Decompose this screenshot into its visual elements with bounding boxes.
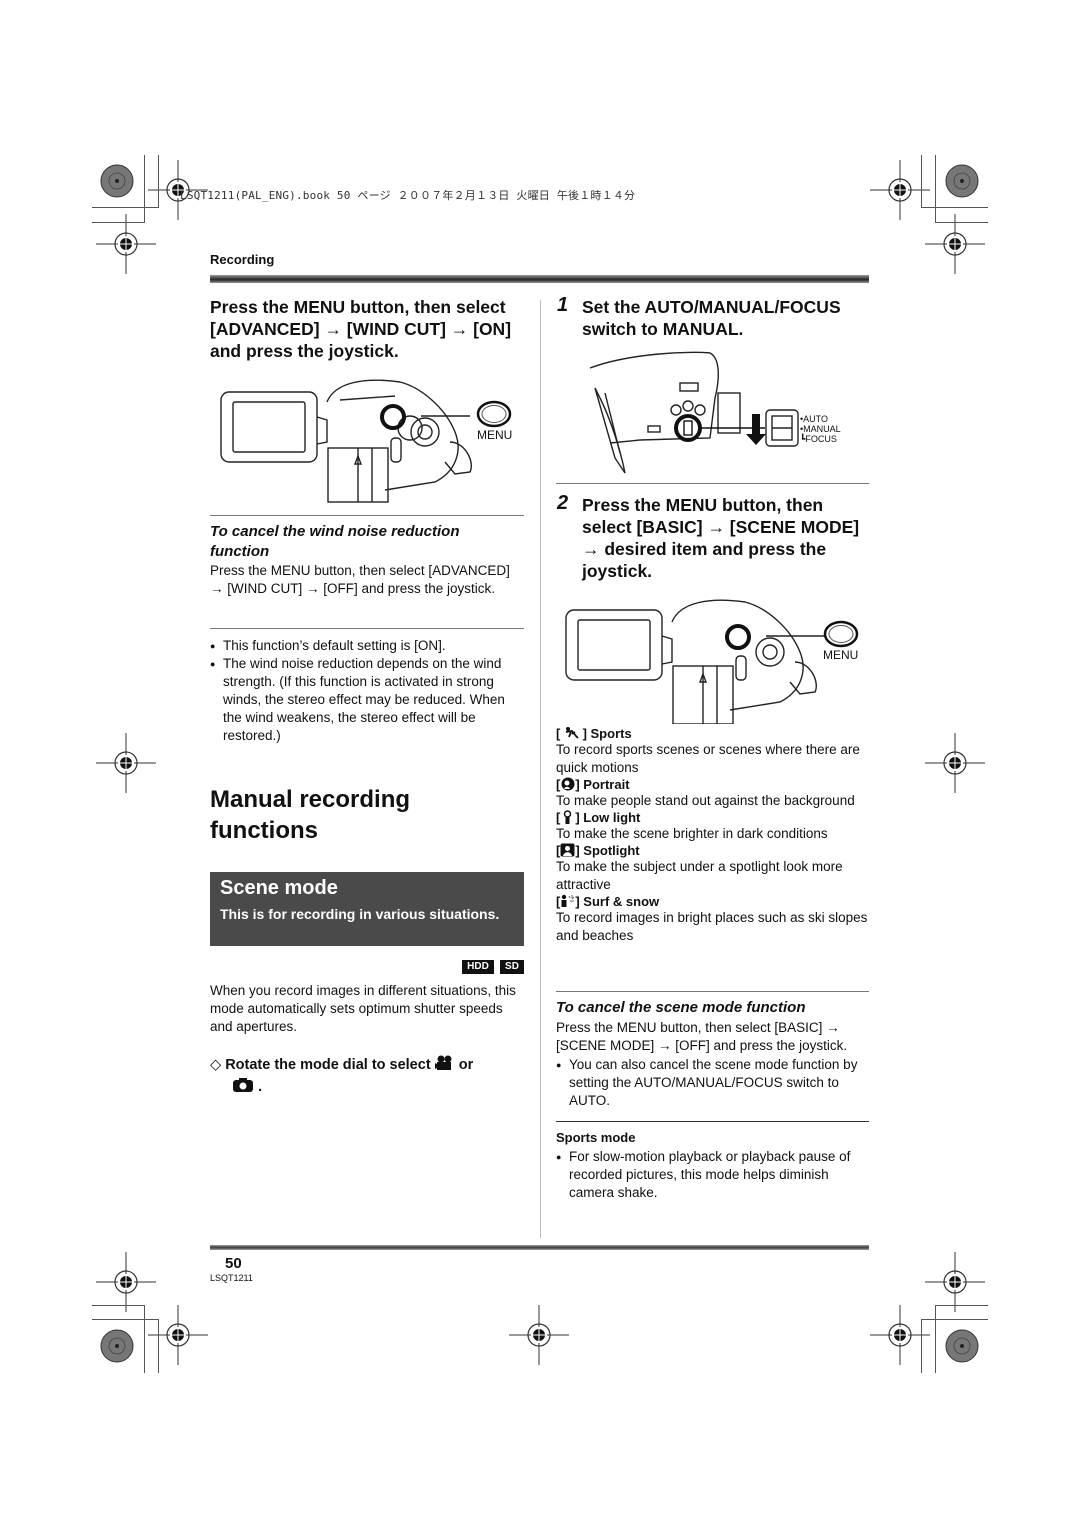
- top-rule: [210, 275, 869, 283]
- scene-mode-title: Scene mode: [220, 877, 338, 899]
- registration-mark-mid-left: [96, 733, 156, 793]
- crop-mark: [92, 207, 158, 208]
- crop-mark: [936, 222, 988, 223]
- crop-mark: [158, 155, 159, 208]
- registration-mark-bottom-left: [96, 1252, 156, 1312]
- step-2-text: Press the MENU button, then select [BASI…: [582, 495, 860, 581]
- wind-notes-list: This function’s default setting is [ON].…: [210, 637, 524, 745]
- spotlight-icon: [560, 843, 575, 857]
- cancel-scene-notes: You can also cancel the scene mode funct…: [556, 1056, 869, 1110]
- scene-mode-subtitle: This is for recording in various situati…: [220, 906, 500, 922]
- divider: [210, 628, 524, 629]
- menu-button-label: MENU: [477, 428, 513, 442]
- scene-mode-item-spotlight: [] Spotlight To make the subject under a…: [556, 843, 843, 892]
- bottom-rule: [210, 1245, 869, 1250]
- diamond-icon: ◇: [210, 1057, 222, 1073]
- crop-mark: [144, 1305, 145, 1373]
- video-camera-icon: [434, 1055, 452, 1070]
- step-1-text: Set the AUTO/MANUAL/FOCUS switch to MANU…: [582, 297, 841, 339]
- column-divider: [540, 300, 541, 1238]
- chapter-title: Manual recording functions: [210, 786, 411, 844]
- switch-label-auto: •AUTO: [800, 414, 828, 424]
- cancel-scene-heading: To cancel the scene mode function: [556, 999, 806, 1016]
- sports-icon: [565, 727, 579, 739]
- low-light-icon: [564, 810, 572, 824]
- crop-mark: [92, 222, 144, 223]
- scene-mode-item-surf-snow: [] Surf & snow To record images in brigh…: [556, 894, 868, 943]
- scene-mode-item-sports: [ ] Sports To record sports scenes or sc…: [556, 726, 860, 775]
- cancel-scene-text: Press the MENU button, then select [BASI…: [556, 1020, 848, 1053]
- portrait-icon: [561, 777, 575, 791]
- scene-mode-item-portrait: [] Portrait To make people stand out aga…: [556, 777, 855, 808]
- note-item: You can also cancel the scene mode funct…: [556, 1056, 869, 1110]
- scene-mode-intro: When you record images in different situ…: [210, 983, 516, 1034]
- wind-cut-step-heading: Press the MENU button, then select [ADVA…: [210, 297, 512, 361]
- sports-mode-notes: For slow-motion playback or playback pau…: [556, 1148, 869, 1202]
- section-label: Recording: [210, 252, 275, 267]
- registration-mark-top-right: [925, 214, 985, 274]
- page-number: 50: [225, 1255, 242, 1272]
- crop-mark: [144, 155, 145, 223]
- color-bar-mark-bottom-left: [100, 1329, 134, 1363]
- surf-snow-icon: [561, 894, 575, 907]
- menu-button-label-2: MENU: [823, 648, 859, 662]
- print-header: LSQT1211(PAL_ENG).book 50 ページ ２００７年２月１３日…: [180, 189, 636, 202]
- switch-label-focus: ┗FOCUS: [800, 434, 837, 444]
- crop-mark: [92, 1319, 158, 1320]
- step-1-number: 1: [557, 294, 569, 316]
- registration-mark-bottom-center: [509, 1305, 569, 1365]
- crop-mark: [936, 1305, 988, 1306]
- dial-instruction-suffix: .: [258, 1079, 263, 1095]
- registration-mark-top-left: [96, 214, 156, 274]
- hdd-badge: HDD: [462, 960, 494, 974]
- note-item: The wind noise reduction depends on the …: [210, 655, 524, 745]
- registration-mark-bottom-right: [925, 1252, 985, 1312]
- divider: [556, 991, 869, 992]
- note-item: For slow-motion playback or playback pau…: [556, 1148, 869, 1202]
- sports-mode-heading: Sports mode: [556, 1130, 636, 1145]
- scene-mode-item-low-light: [] Low light To make the scene brighter …: [556, 810, 828, 841]
- scene-mode-box: Scene mode This is for recording in vari…: [210, 872, 524, 946]
- scene-modes-list: [ ] Sports To record sports scenes or sc…: [556, 726, 871, 945]
- divider: [556, 1121, 869, 1122]
- still-camera-icon: [233, 1078, 254, 1092]
- note-item: This function’s default setting is [ON].: [210, 637, 524, 655]
- camcorder-switch-illustration: [589, 351, 799, 474]
- crop-mark: [922, 1319, 988, 1320]
- switch-labels: •AUTO •MANUAL ┗FOCUS: [800, 414, 841, 444]
- registration-mark-bottom-left-inner: [148, 1305, 208, 1365]
- crop-mark: [921, 1319, 922, 1373]
- crop-mark: [935, 1305, 936, 1373]
- switch-label-manual: •MANUAL: [800, 424, 841, 434]
- crop-mark: [92, 1305, 144, 1306]
- divider: [210, 515, 524, 516]
- doc-code: LSQT1211: [210, 1273, 253, 1283]
- crop-mark: [922, 207, 988, 208]
- crop-mark: [158, 1319, 159, 1373]
- color-bar-mark-top-left: [100, 164, 134, 198]
- step-2-number: 2: [557, 492, 569, 514]
- color-bar-mark-top-right: [945, 164, 979, 198]
- cancel-wind-text: Press the MENU button, then select [ADVA…: [210, 563, 510, 596]
- crop-mark: [921, 155, 922, 208]
- divider: [556, 483, 869, 484]
- dial-instruction-prefix: Rotate the mode dial to select: [225, 1057, 431, 1073]
- mode-dial-instruction: ◇ Rotate the mode dial to select or .: [210, 1054, 525, 1098]
- dial-instruction-or: or: [458, 1057, 474, 1073]
- registration-mark-mid-right: [925, 733, 985, 793]
- sd-badge: SD: [500, 960, 524, 974]
- cancel-wind-heading: To cancel the wind noise reduction funct…: [210, 523, 460, 560]
- color-bar-mark-bottom-right: [945, 1329, 979, 1363]
- crop-mark: [935, 155, 936, 223]
